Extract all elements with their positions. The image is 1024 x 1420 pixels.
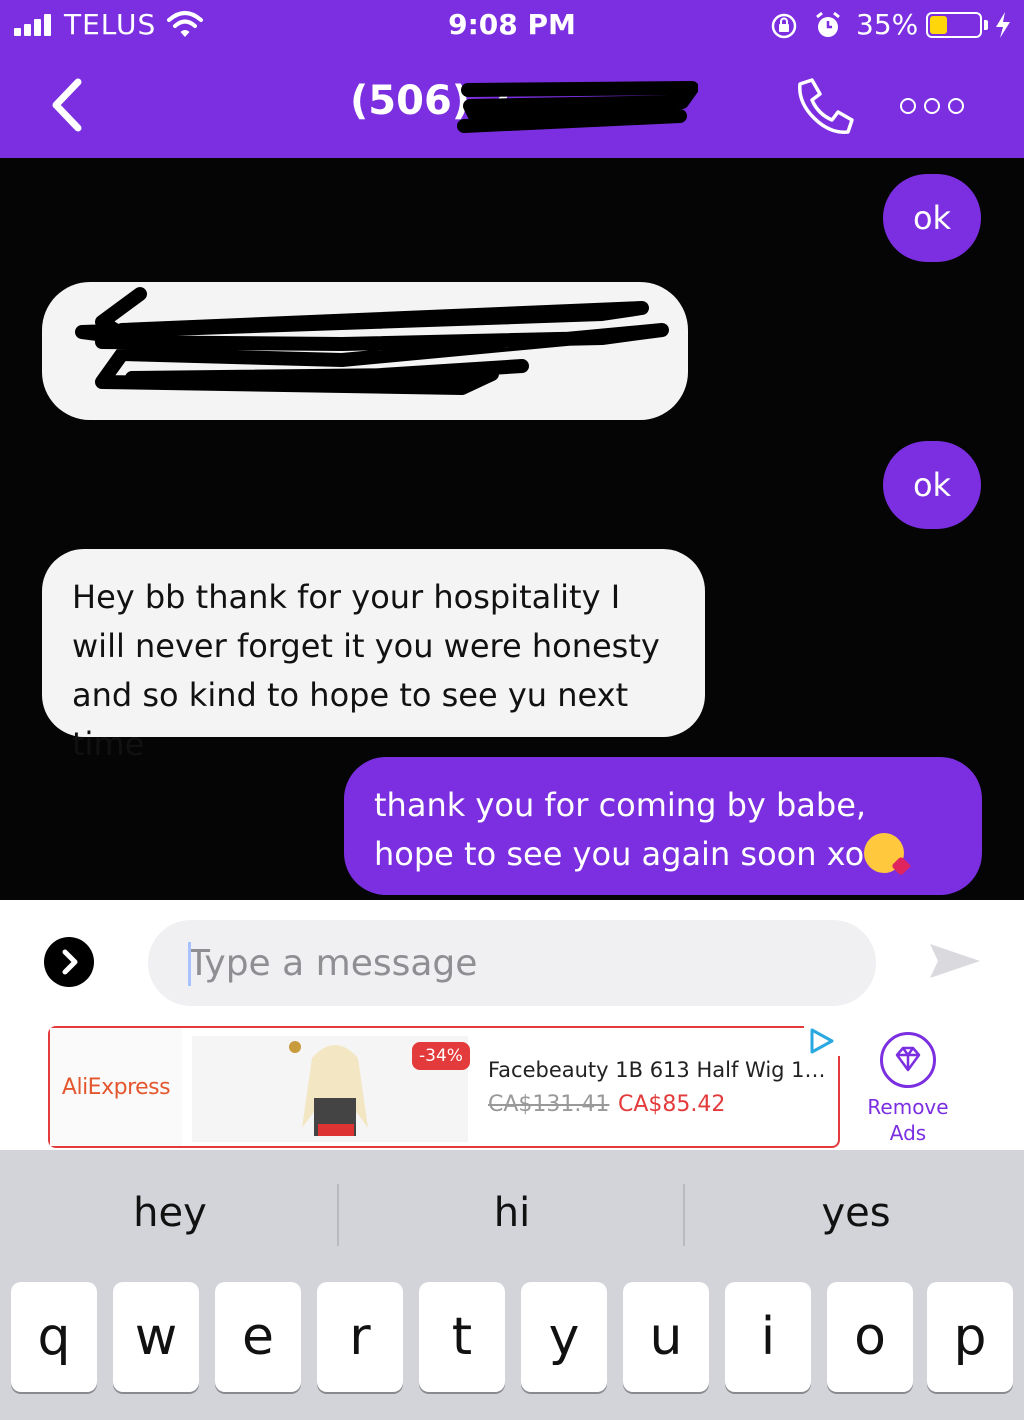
key-o[interactable]: o	[827, 1282, 913, 1392]
back-chevron-icon[interactable]	[44, 74, 94, 136]
suggestion-divider	[683, 1184, 685, 1246]
more-icon[interactable]	[896, 92, 970, 120]
expand-chevron-button[interactable]	[44, 937, 94, 987]
message-input[interactable]	[188, 938, 828, 988]
remove-ads-label: Ads	[889, 1121, 927, 1145]
message-field[interactable]	[148, 920, 876, 1006]
message-outgoing: ok	[883, 174, 981, 262]
message-incoming: Hey bb thank for your hospitality I will…	[42, 549, 705, 763]
chat-area[interactable]: ok ok Hey bb thank for your hospitality …	[0, 158, 1024, 900]
remove-ads-button[interactable]: Remove Ads	[852, 1032, 964, 1146]
ad-title: Facebeauty 1B 613 Half Wig 15...	[488, 1058, 832, 1082]
ad-new-price: CA$85.42	[618, 1092, 726, 1117]
key-w[interactable]: w	[113, 1282, 199, 1392]
suggestion-hey[interactable]: hey	[0, 1190, 340, 1236]
redaction-scribble	[457, 81, 698, 133]
battery-tip	[984, 20, 988, 30]
rotation-lock-icon	[771, 13, 797, 39]
message-incoming-redacted	[42, 282, 688, 420]
gem-icon	[880, 1032, 936, 1088]
ad-choices-icon[interactable]	[804, 1026, 840, 1056]
key-u[interactable]: u	[623, 1282, 709, 1392]
key-t[interactable]: t	[419, 1282, 505, 1392]
keyboard: hey hi yes q w e r t y u i o p	[0, 1150, 1024, 1420]
suggestion-hi[interactable]: hi	[342, 1190, 682, 1236]
key-e[interactable]: e	[215, 1282, 301, 1392]
redaction-scribble	[75, 287, 669, 395]
status-bar: TELUS 9:08 PM 35%	[0, 0, 1024, 52]
alarm-icon	[816, 11, 840, 37]
key-r[interactable]: r	[317, 1282, 403, 1392]
ad-area: AliExpress -34% Facebeauty 1B 613 Half W…	[0, 1024, 1024, 1150]
chevron-right-icon	[62, 949, 78, 975]
send-icon[interactable]	[926, 938, 984, 984]
key-p[interactable]: p	[927, 1282, 1013, 1392]
ad-banner[interactable]: AliExpress -34% Facebeauty 1B 613 Half W…	[48, 1026, 840, 1148]
phone-icon[interactable]	[790, 74, 858, 138]
top-bar: TELUS 9:08 PM 35% (506) 2	[0, 0, 1024, 158]
composer-bar	[0, 900, 1024, 1024]
suggestion-bar: hey hi yes	[0, 1150, 1024, 1280]
ad-old-price: CA$131.41	[488, 1092, 610, 1117]
ad-discount-badge: -34%	[412, 1042, 470, 1070]
text-caret	[188, 942, 191, 986]
key-y[interactable]: y	[521, 1282, 607, 1392]
battery-icon	[926, 12, 982, 38]
key-q[interactable]: q	[11, 1282, 97, 1392]
ad-brand-logo: AliExpress	[50, 1028, 182, 1146]
charging-bolt-icon	[996, 12, 1010, 38]
kiss-emoji-icon	[864, 833, 905, 873]
battery-level	[930, 16, 947, 34]
message-text: thank you for coming by babe, hope to se…	[374, 786, 867, 873]
battery-percent: 35%	[856, 8, 919, 41]
message-outgoing: thank you for coming by babe, hope to se…	[344, 757, 982, 895]
message-outgoing: ok	[883, 441, 981, 529]
suggestion-divider	[337, 1184, 339, 1246]
key-i[interactable]: i	[725, 1282, 811, 1392]
remove-ads-label: Remove	[867, 1095, 949, 1119]
suggestion-yes[interactable]: yes	[686, 1190, 1024, 1236]
